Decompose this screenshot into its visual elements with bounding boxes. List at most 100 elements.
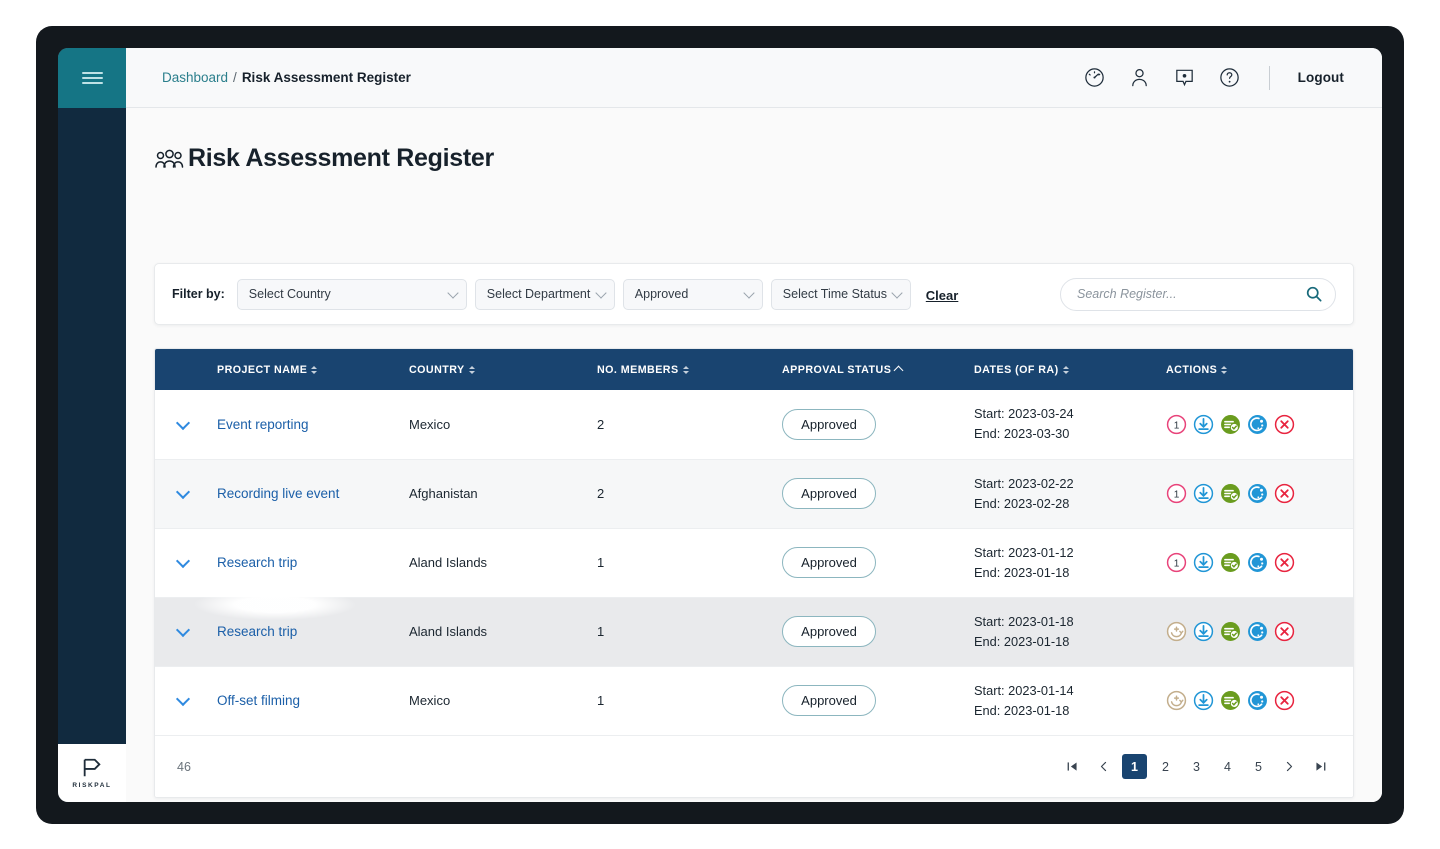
status-badge[interactable]: Approved [782, 616, 876, 647]
filter-bar: Filter by: Select Country Select Departm… [154, 263, 1354, 325]
breadcrumb-dashboard-link[interactable]: Dashboard [162, 70, 228, 85]
user-profile-icon[interactable] [1128, 66, 1151, 89]
delete-close-icon[interactable] [1274, 414, 1295, 435]
table-row[interactable]: Event reporting Mexico 2 Approved Start: 202… [155, 390, 1353, 459]
table-row[interactable]: Research trip Aland Islands 1 Approved Start… [155, 528, 1353, 597]
people-group-icon [155, 149, 184, 168]
th-approval-status[interactable]: APPROVAL STATUS [782, 349, 974, 390]
country-filter-select[interactable]: Select Country [236, 278, 467, 310]
expand-row-chevron-icon[interactable] [177, 487, 190, 500]
th-actions[interactable]: ACTIONS [1166, 349, 1353, 390]
breadcrumb-separator: / [233, 70, 237, 85]
share-globe-icon[interactable] [1247, 552, 1268, 573]
search-icon[interactable] [1305, 285, 1323, 303]
search-input[interactable] [1060, 277, 1336, 311]
expand-row-chevron-icon[interactable] [177, 556, 190, 569]
status-badge[interactable]: Approved [782, 408, 876, 440]
download-icon[interactable] [1193, 621, 1214, 642]
download-icon[interactable] [1193, 414, 1214, 435]
renew-add-icon[interactable] [1166, 621, 1187, 642]
previous-page-button[interactable] [1091, 754, 1116, 779]
counter-badge-icon[interactable]: 1 [1166, 483, 1187, 504]
project-name-link[interactable]: Recording live event [217, 486, 339, 501]
expand-row-chevron-icon[interactable] [177, 625, 190, 638]
next-page-button[interactable] [1277, 754, 1302, 779]
counter-badge-icon[interactable]: 1 [1166, 414, 1187, 435]
expand-row-chevron-icon[interactable] [177, 694, 190, 707]
time-status-filter-select[interactable]: Select Time Status [770, 278, 911, 310]
status-badge[interactable]: Approved [782, 478, 876, 509]
page-button-1[interactable]: 1 [1122, 754, 1147, 779]
table-row[interactable]: Off-set filming Mexico 1 Approved Start: 202… [155, 666, 1353, 735]
delete-close-icon[interactable] [1274, 552, 1295, 573]
table-row[interactable]: Recording live event Afghanistan 2 Approved… [155, 459, 1353, 528]
sort-toggle-icon[interactable] [311, 365, 318, 374]
dates-cell: Start: 2023-01-18 End: 2023-01-18 [974, 597, 1166, 666]
project-name-link[interactable]: Research trip [217, 624, 297, 639]
document-approved-icon[interactable] [1220, 483, 1241, 504]
share-globe-icon[interactable] [1247, 483, 1268, 504]
th-project-name[interactable]: PROJECT NAME [217, 349, 409, 390]
share-globe-icon[interactable] [1247, 690, 1268, 711]
end-date: End: 2023-01-18 [974, 564, 1070, 580]
page-button-4[interactable]: 4 [1215, 754, 1240, 779]
download-icon[interactable] [1193, 690, 1214, 711]
last-page-button[interactable] [1308, 754, 1333, 779]
logo-wordmark: RISKPAL [72, 782, 112, 789]
th-dates[interactable]: DATES (OF RA) [974, 349, 1166, 390]
counter-badge-icon[interactable]: 1 [1166, 552, 1187, 573]
table-row[interactable]: Research trip Aland Islands 1 Approved Start… [155, 588, 1353, 666]
page-button-2[interactable]: 2 [1153, 754, 1178, 779]
delete-close-icon[interactable] [1274, 621, 1295, 642]
delete-close-icon[interactable] [1274, 690, 1295, 711]
menu-toggle-button[interactable] [58, 48, 126, 108]
dashboard-gauge-icon[interactable] [1083, 66, 1106, 89]
country-cell: Mexico [409, 416, 451, 432]
clear-filters-link[interactable]: Clear [926, 288, 959, 303]
dates-cell: Start: 2023-02-22 End: 2023-02-28 [974, 459, 1166, 528]
th-country[interactable]: COUNTRY [409, 349, 597, 390]
share-globe-icon[interactable] [1247, 621, 1268, 642]
department-filter-select[interactable]: Select Department [474, 278, 615, 310]
th-no-members[interactable]: NO. MEMBERS [597, 349, 782, 390]
expand-row-chevron-icon[interactable] [177, 418, 190, 431]
document-approved-icon[interactable] [1220, 552, 1241, 573]
sort-toggle-icon[interactable] [468, 365, 475, 374]
status-badge[interactable]: Approved [782, 547, 876, 578]
page-button-5[interactable]: 5 [1246, 754, 1271, 779]
document-approved-icon[interactable] [1220, 690, 1241, 711]
th-approval-status-label: APPROVAL STATUS [782, 363, 892, 376]
download-icon[interactable] [1193, 552, 1214, 573]
logout-button[interactable]: Logout [1298, 70, 1344, 85]
project-name-link[interactable]: Research trip [217, 555, 297, 570]
sidebar: RISKPAL [58, 48, 126, 802]
status-badge[interactable]: Approved [782, 685, 876, 716]
document-approved-icon[interactable] [1220, 414, 1241, 435]
first-page-button[interactable] [1060, 754, 1085, 779]
approval-filter-value: Approved [634, 287, 689, 301]
filter-by-label: Filter by: [172, 287, 225, 301]
start-date: Start: 2023-02-22 [974, 475, 1074, 491]
time-status-filter-value: Select Time Status [782, 287, 888, 301]
delete-close-icon[interactable] [1274, 483, 1295, 504]
sort-toggle-icon[interactable] [1062, 365, 1069, 374]
start-date: Start: 2023-01-18 [974, 613, 1074, 629]
project-name-link[interactable]: Event reporting [217, 417, 309, 432]
help-question-icon[interactable] [1218, 66, 1241, 89]
header-actions: Logout [1083, 65, 1344, 90]
project-name-link[interactable]: Off-set filming [217, 693, 300, 708]
sort-toggle-icon[interactable] [1221, 365, 1228, 374]
approval-filter-select[interactable]: Approved [622, 278, 763, 310]
renew-add-icon[interactable] [1166, 690, 1187, 711]
th-expander [155, 349, 217, 390]
svg-text:1: 1 [1174, 558, 1180, 569]
sort-toggle-icon[interactable] [682, 365, 689, 374]
share-globe-icon[interactable] [1247, 414, 1268, 435]
page-title: Risk Assessment Register [154, 144, 1382, 173]
page-button-3[interactable]: 3 [1184, 754, 1209, 779]
download-icon[interactable] [1193, 483, 1214, 504]
document-approved-icon[interactable] [1220, 621, 1241, 642]
country-cell: Mexico [409, 693, 451, 708]
sort-ascending-icon[interactable] [893, 365, 904, 376]
feedback-message-icon[interactable] [1173, 66, 1196, 89]
